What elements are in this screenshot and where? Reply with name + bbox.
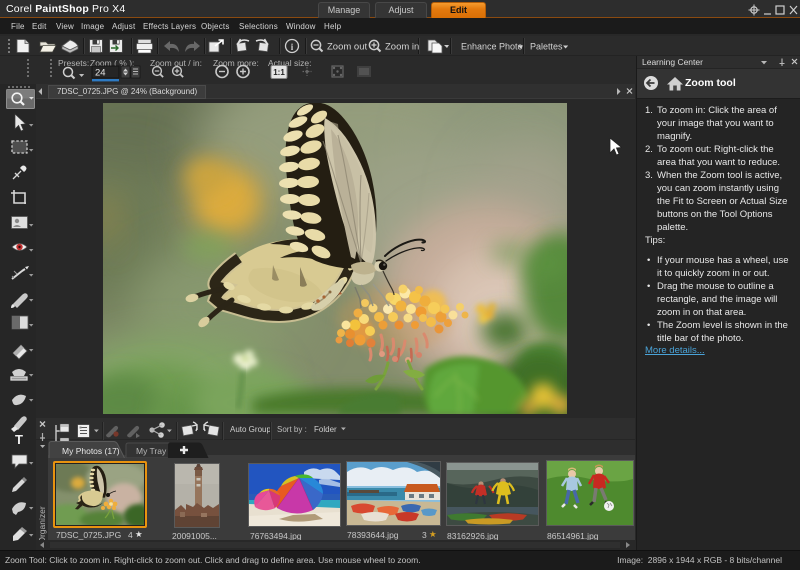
svg-text:T: T (15, 432, 23, 447)
svg-text:24: 24 (95, 68, 106, 79)
svg-text:Auto Group: Auto Group (230, 425, 271, 434)
svg-text:Sort by :: Sort by : (277, 425, 307, 434)
svg-text:Palettes: Palettes (530, 42, 563, 52)
svg-text:Zoom in: Zoom in (385, 42, 419, 53)
svg-text:Folder: Folder (314, 425, 337, 434)
svg-text:Zoom out: Zoom out (327, 42, 367, 53)
svg-text:My Photos (17): My Photos (17) (62, 446, 120, 456)
svg-text:My Tray: My Tray (136, 446, 167, 456)
svg-text:Enhance Photo: Enhance Photo (461, 42, 523, 52)
svg-text:i: i (291, 42, 294, 52)
svg-text:1:1: 1:1 (273, 68, 285, 77)
